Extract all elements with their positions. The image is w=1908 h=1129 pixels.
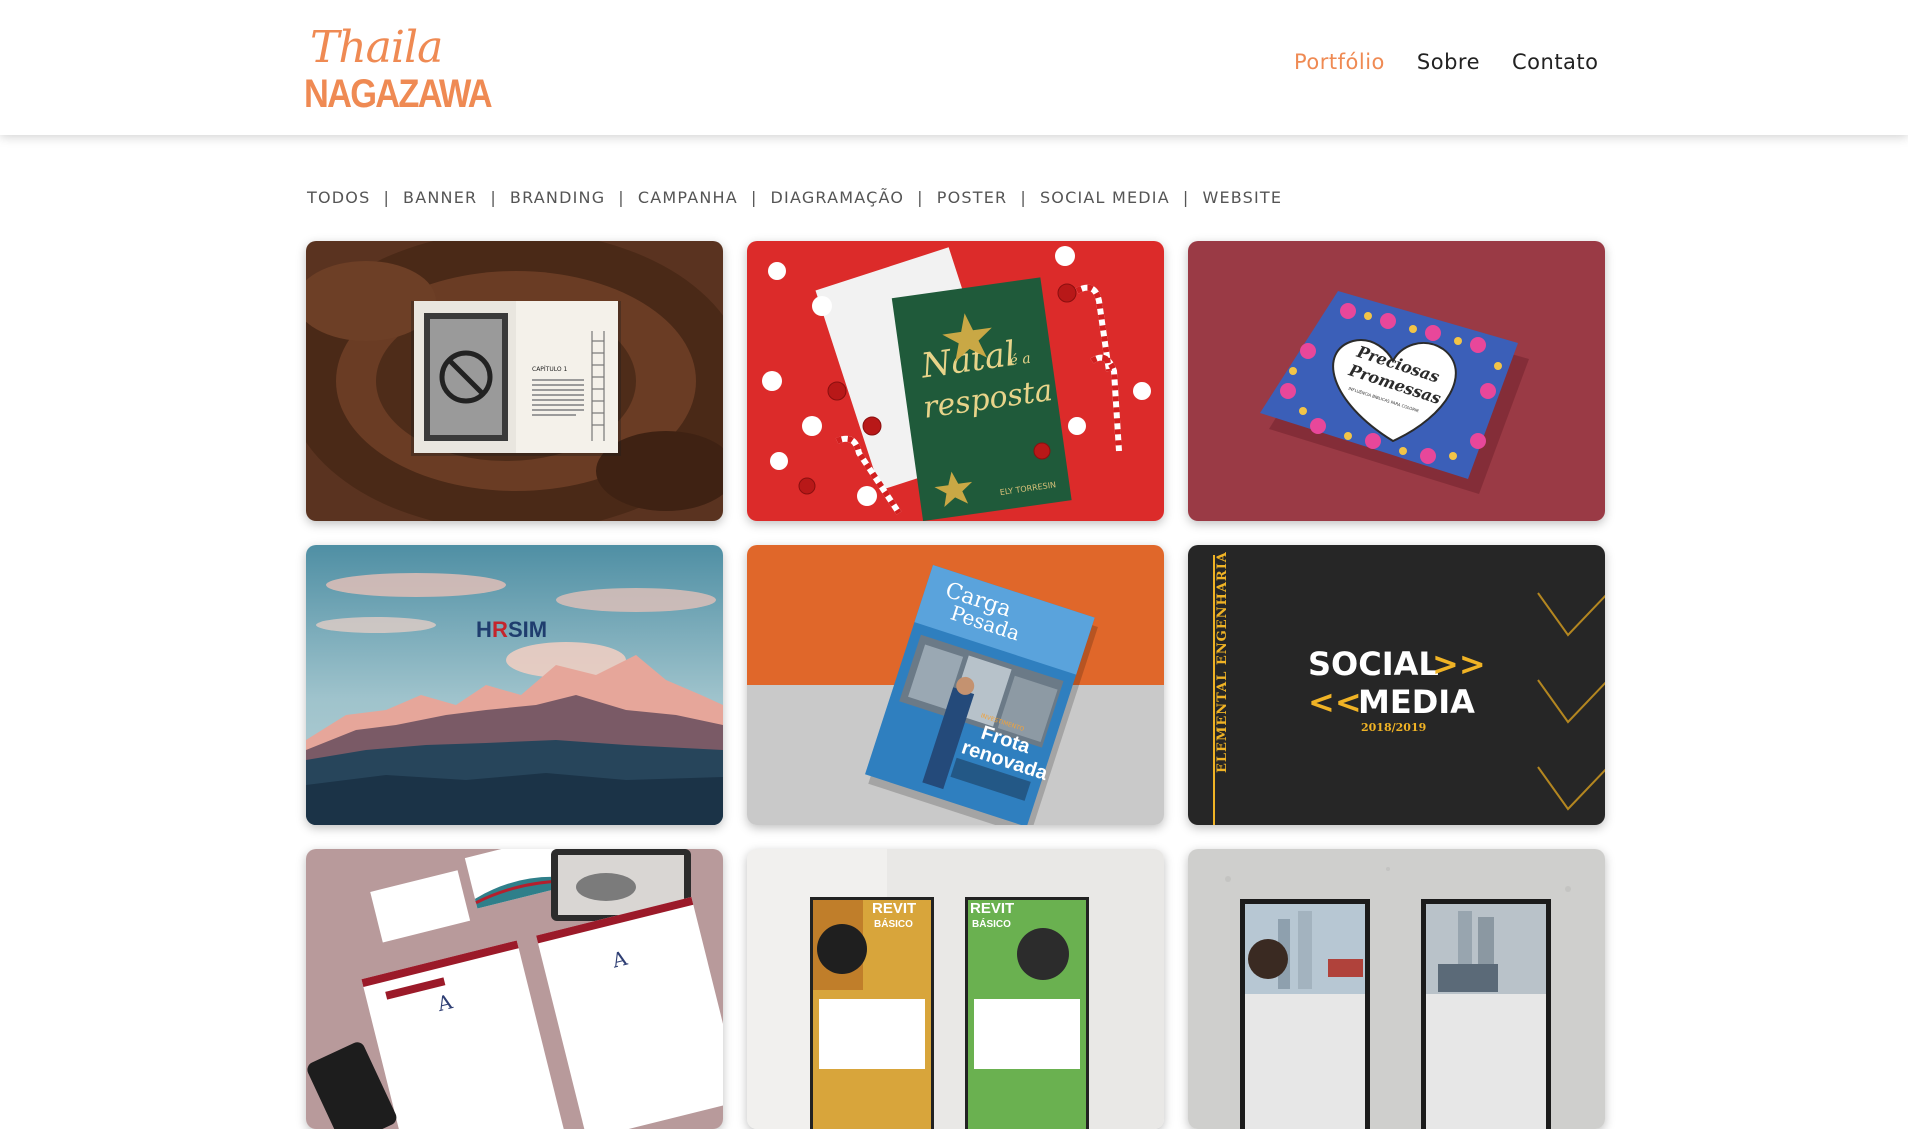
filter-diagramacao[interactable]: DIAGRAMAÇÃO	[771, 188, 905, 207]
thumb-revit-posters: REVIT BÁSICO REVIT BÁSICO	[747, 849, 1164, 1129]
filter-separator: |	[1182, 188, 1190, 207]
hrsim-logo-sim: SIM	[508, 617, 547, 642]
chapter-label: CAPÍTULO 1	[532, 366, 567, 373]
social-line-2: MEDIA	[1358, 683, 1475, 721]
main-nav: Portfólio Sobre Contato	[1294, 50, 1599, 74]
thumb-book-wood: CAPÍTULO 1	[306, 241, 723, 521]
filter-separator: |	[490, 188, 497, 207]
nav-portfolio[interactable]: Portfólio	[1294, 50, 1385, 74]
thumb-framed-posters	[1188, 849, 1605, 1129]
revit-title-2: REVIT	[970, 900, 1014, 917]
filter-separator: |	[383, 188, 391, 207]
filter-campanha[interactable]: CAMPANHA	[638, 188, 738, 207]
portfolio-item-hrsim[interactable]: H R SIM	[306, 545, 723, 825]
filter-separator: |	[1020, 188, 1027, 207]
filter-poster[interactable]: POSTER	[937, 188, 1008, 207]
portfolio-grid: CAPÍTULO 1 Natal é a resposta ELY TORRES…	[306, 241, 1605, 1129]
social-line-1: SOCIAL	[1308, 645, 1439, 683]
nav-sobre[interactable]: Sobre	[1417, 50, 1480, 74]
revit-sub-2: BÁSICO	[972, 917, 1011, 930]
hrsim-logo-h: H	[476, 617, 492, 642]
filter-separator: |	[618, 188, 625, 207]
category-filters: TODOS | BANNER | BRANDING | CAMPANHA | DIAGR…	[307, 188, 1282, 207]
revit-title-1: REVIT	[872, 900, 916, 917]
hrsim-logo-r: R	[492, 617, 508, 642]
thumb-branding-stationery: A A	[306, 849, 723, 1129]
portfolio-item-revit-posters[interactable]: REVIT BÁSICO REVIT BÁSICO	[747, 849, 1164, 1129]
portfolio-item-framed-posters[interactable]	[1188, 849, 1605, 1129]
filter-website[interactable]: WEBSITE	[1202, 188, 1282, 207]
thumb-natal-book: Natal é a resposta ELY TORRESIN	[747, 241, 1164, 521]
social-arrows-2: <<	[1308, 683, 1362, 721]
social-years: 2018/2019	[1361, 721, 1426, 734]
filter-social-media[interactable]: SOCIAL MEDIA	[1040, 188, 1170, 207]
natal-title-mid: é a	[1009, 351, 1032, 370]
thumb-carga-pesada: Carga Pesada INVESTIMENTO Frota renovada	[747, 545, 1164, 825]
portfolio-item-branding-stationery[interactable]: A A	[306, 849, 723, 1129]
logo[interactable]: Thaila NAGAZAWA	[304, 22, 493, 116]
filter-todos[interactable]: TODOS	[307, 188, 370, 207]
logo-script: Thaila	[310, 22, 443, 73]
filter-separator: |	[917, 188, 924, 207]
filter-banner[interactable]: BANNER	[403, 188, 477, 207]
filter-separator: |	[750, 188, 758, 207]
nav-contato[interactable]: Contato	[1512, 50, 1599, 74]
elemental-vertical-label: ELEMENTAL ENGENHARIA	[1215, 551, 1230, 773]
thumb-hrsim-mountains: H R SIM	[306, 545, 723, 825]
thumb-social-media: ELEMENTAL ENGENHARIA SOCIAL >> << MEDIA …	[1188, 545, 1605, 825]
portfolio-item-carga-pesada[interactable]: Carga Pesada INVESTIMENTO Frota renovada	[747, 545, 1164, 825]
site-header: Thaila NAGAZAWA Portfólio Sobre Contato	[0, 0, 1908, 135]
revit-sub-1: BÁSICO	[874, 917, 913, 930]
portfolio-item-preciosas-promessas[interactable]: Preciosas Promessas INFLUÊNCIA BÍBLICAS …	[1188, 241, 1605, 521]
thumb-preciosas-book: Preciosas Promessas INFLUÊNCIA BÍBLICAS …	[1188, 241, 1605, 521]
logo-block: NAGAZAWA	[304, 72, 493, 116]
social-arrows-1: >>	[1432, 645, 1486, 683]
portfolio-item-natal[interactable]: Natal é a resposta ELY TORRESIN	[747, 241, 1164, 521]
portfolio-item-book-chapter[interactable]: CAPÍTULO 1	[306, 241, 723, 521]
filter-branding[interactable]: BRANDING	[510, 188, 605, 207]
portfolio-item-social-media-elemental[interactable]: ELEMENTAL ENGENHARIA SOCIAL >> << MEDIA …	[1188, 545, 1605, 825]
